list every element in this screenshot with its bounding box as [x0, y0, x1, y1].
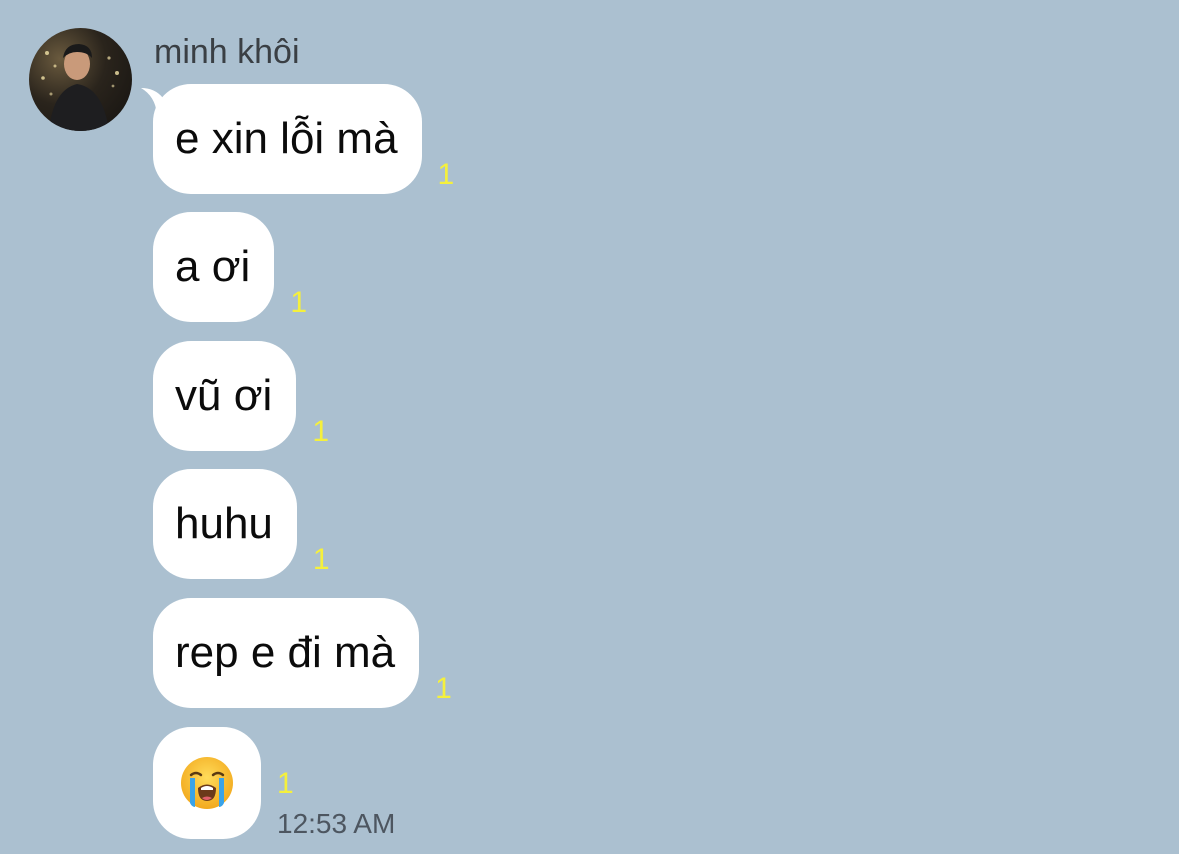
message-text: huhu [175, 499, 273, 548]
message-row: huhu 1 [153, 469, 330, 579]
avatar[interactable] [29, 28, 132, 131]
message-row: vũ ơi 1 [153, 341, 329, 451]
unread-count: 1 [290, 286, 308, 319]
loudly-crying-face-icon [181, 757, 233, 809]
message-row: e xin lỗi mà 1 [141, 84, 455, 194]
message-bubble[interactable]: huhu [153, 469, 297, 579]
message-bubble[interactable] [153, 727, 261, 839]
sender-name: minh khôi [154, 33, 300, 71]
message-bubble[interactable]: e xin lỗi mà [153, 84, 422, 194]
unread-count: 1 [312, 415, 330, 448]
avatar-photo [41, 44, 119, 131]
message-bubble[interactable]: a ơi [153, 212, 275, 322]
message-bubble[interactable]: rep e đi mà [153, 598, 420, 708]
message-text: a ơi [175, 242, 251, 291]
message-text: rep e đi mà [175, 628, 396, 677]
bubble-tail [141, 88, 175, 114]
unread-count: 1 [435, 672, 452, 705]
message-row: 1 12:53 AM [153, 727, 395, 839]
message-bubble[interactable]: vũ ơi [153, 341, 297, 451]
unread-count: 1 [277, 767, 294, 800]
message-row: rep e đi mà 1 [153, 598, 452, 708]
unread-count: 1 [437, 158, 455, 191]
timestamp: 12:53 AM [277, 808, 396, 839]
message-text: vũ ơi [175, 371, 273, 420]
unread-count: 1 [312, 543, 330, 576]
message-text: e xin lỗi mà [175, 114, 398, 163]
message-row: a ơi 1 [153, 212, 307, 322]
